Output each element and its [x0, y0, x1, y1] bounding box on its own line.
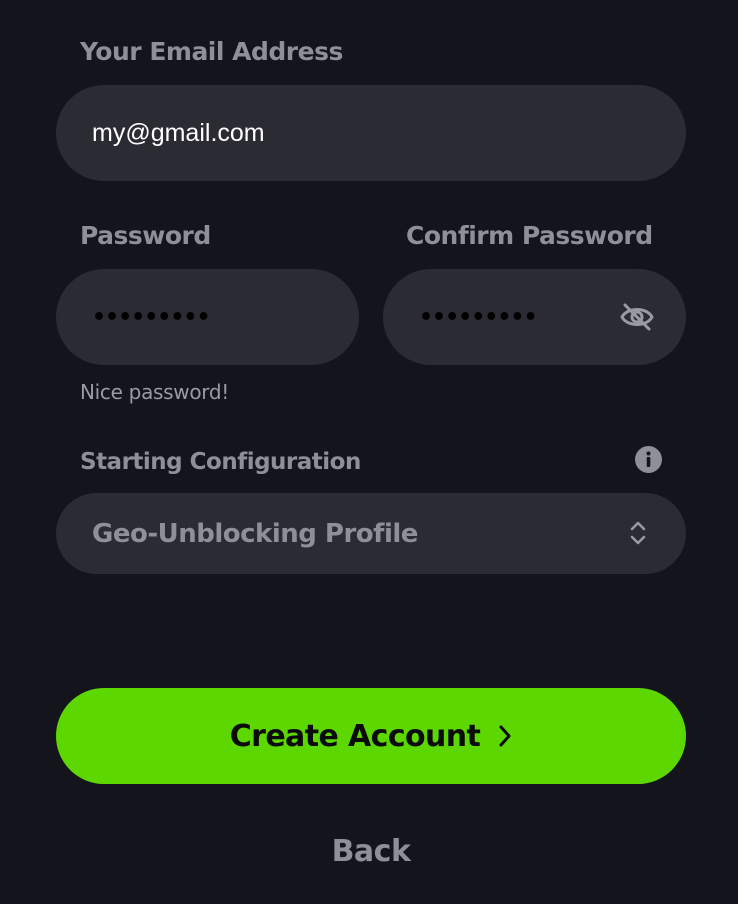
confirm-password-field[interactable]: ••••••••• — [383, 269, 686, 365]
chevron-up-down-icon — [630, 521, 646, 545]
info-icon[interactable] — [635, 446, 662, 473]
configuration-select[interactable]: Geo-Unblocking Profile — [56, 493, 686, 574]
confirm-password-label: Confirm Password — [406, 221, 653, 250]
email-input[interactable] — [56, 85, 686, 181]
password-strength-text: Nice password! — [80, 380, 229, 404]
email-label: Your Email Address — [80, 37, 343, 66]
back-link[interactable]: Back — [0, 834, 738, 869]
configuration-selected-value: Geo-Unblocking Profile — [92, 518, 418, 549]
eye-off-icon[interactable] — [619, 301, 655, 333]
password-value[interactable]: ••••••••• — [56, 305, 211, 330]
signup-form: Your Email Address Password ••••••••• Co… — [0, 0, 738, 904]
confirm-password-value[interactable]: ••••••••• — [383, 305, 538, 330]
configuration-label: Starting Configuration — [80, 449, 361, 475]
password-field[interactable]: ••••••••• — [56, 269, 359, 365]
create-account-button[interactable]: Create Account — [56, 688, 686, 784]
password-label: Password — [80, 221, 211, 250]
email-field[interactable] — [56, 85, 686, 181]
create-account-label: Create Account — [229, 718, 481, 754]
chevron-right-icon — [498, 724, 512, 748]
